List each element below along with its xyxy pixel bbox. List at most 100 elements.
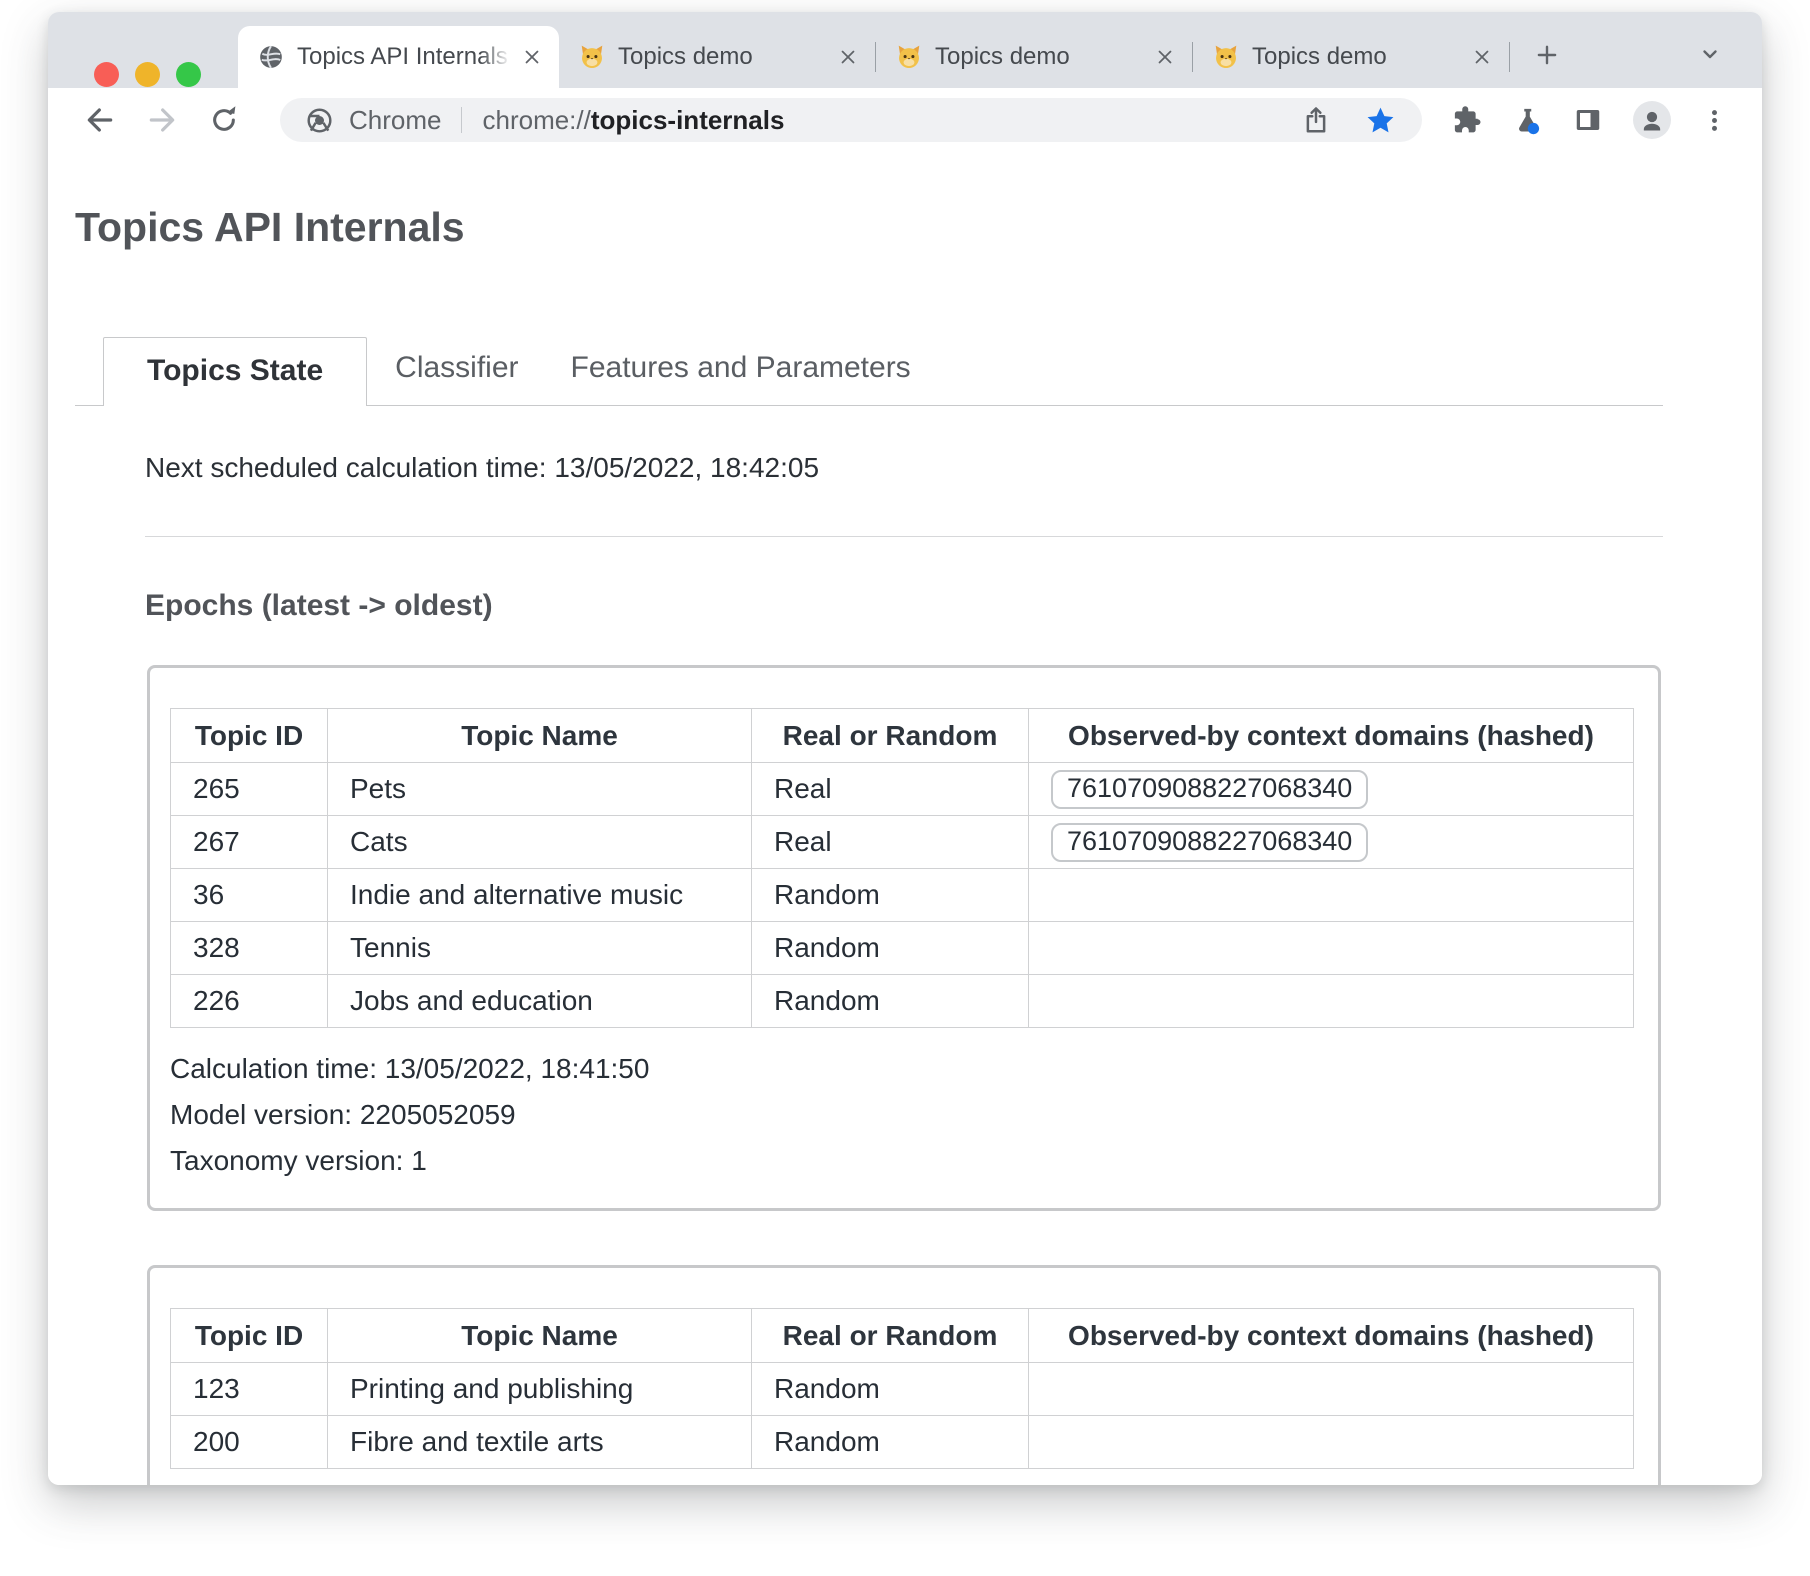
topics-table: Topic IDTopic NameReal or RandomObserved…	[170, 1308, 1634, 1469]
chrome-logo-icon	[306, 107, 333, 134]
model-version: Model version: 2205052059	[170, 1092, 1634, 1138]
back-icon[interactable]	[84, 104, 116, 136]
url-text: chrome://topics-internals	[482, 105, 784, 136]
cell-type: Real	[752, 763, 1029, 816]
column-header: Observed-by context domains (hashed)	[1029, 1309, 1634, 1363]
column-header: Topic ID	[171, 709, 328, 763]
close-icon[interactable]	[837, 46, 859, 68]
globe-icon	[258, 44, 284, 70]
cat-icon	[896, 44, 922, 70]
address-divider	[461, 107, 462, 133]
bookmark-star-icon[interactable]	[1365, 105, 1396, 136]
topic-row: 123Printing and publishingRandom	[171, 1363, 1634, 1416]
cell-observed-domains	[1029, 1363, 1634, 1416]
forward-icon	[146, 104, 178, 136]
table-header-row: Topic IDTopic NameReal or RandomObserved…	[171, 1309, 1634, 1363]
page-title: Topics API Internals	[75, 204, 1735, 251]
browser-tab-topics-demo-3[interactable]: Topics demo	[1193, 26, 1509, 88]
close-icon[interactable]	[1471, 46, 1493, 68]
cell-name: Tennis	[328, 922, 752, 975]
menu-dots-icon[interactable]	[1701, 107, 1728, 134]
person-icon	[1638, 106, 1666, 134]
cell-observed-domains	[1029, 922, 1634, 975]
observed-domain-chip: 7610709088227068340	[1051, 823, 1368, 862]
cell-id: 267	[171, 816, 328, 869]
cell-observed-domains	[1029, 869, 1634, 922]
close-window-button[interactable]	[94, 62, 119, 87]
cell-type: Random	[752, 869, 1029, 922]
cell-id: 265	[171, 763, 328, 816]
zoom-window-button[interactable]	[176, 62, 201, 87]
epoch-box: Topic IDTopic NameReal or RandomObserved…	[147, 1265, 1661, 1485]
cat-icon	[1213, 44, 1239, 70]
close-icon[interactable]	[1154, 46, 1176, 68]
cell-type: Random	[752, 975, 1029, 1028]
cell-id: 328	[171, 922, 328, 975]
column-header: Topic ID	[171, 1309, 328, 1363]
cell-type: Random	[752, 1363, 1029, 1416]
cell-id: 36	[171, 869, 328, 922]
table-header-row: Topic IDTopic NameReal or RandomObserved…	[171, 709, 1634, 763]
epoch-meta: Calculation time: 13/05/2022, 18:41:50 M…	[170, 1046, 1634, 1184]
new-tab-button[interactable]	[1524, 32, 1570, 78]
reload-icon[interactable]	[208, 104, 240, 136]
page-content: Topics API Internals Topics State Classi…	[48, 152, 1762, 1485]
browser-tab-topics-internals[interactable]: Topics API Internals	[238, 26, 559, 88]
epochs-heading: Epochs (latest -> oldest)	[145, 589, 1735, 623]
cell-name: Indie and alternative music	[328, 869, 752, 922]
tab-search-chevron-icon[interactable]	[1698, 42, 1722, 66]
cell-type: Real	[752, 816, 1029, 869]
tab-separator	[1509, 42, 1510, 72]
cell-observed-domains: 7610709088227068340	[1029, 763, 1634, 816]
column-header: Topic Name	[328, 709, 752, 763]
cell-name: Printing and publishing	[328, 1363, 752, 1416]
tab-classifier[interactable]: Classifier	[369, 351, 544, 385]
browser-window: Topics API Internals Topics demo Topics …	[48, 12, 1762, 1485]
tab-title: Topics demo	[618, 43, 831, 71]
topic-row: 36Indie and alternative musicRandom	[171, 869, 1634, 922]
section-divider	[145, 536, 1663, 537]
taxonomy-version: Taxonomy version: 1	[170, 1138, 1634, 1184]
cell-observed-domains	[1029, 1416, 1634, 1469]
url-scheme: chrome://	[482, 105, 590, 135]
share-icon[interactable]	[1301, 105, 1331, 135]
extensions-puzzle-icon[interactable]	[1452, 105, 1482, 135]
topics-state-panel: Next scheduled calculation time: 13/05/2…	[75, 452, 1735, 1485]
topic-row: 267CatsReal 7610709088227068340	[171, 816, 1634, 869]
browser-tab-topics-demo-2[interactable]: Topics demo	[876, 26, 1192, 88]
topic-row: 226Jobs and educationRandom	[171, 975, 1634, 1028]
cell-name: Cats	[328, 816, 752, 869]
column-header: Real or Random	[752, 709, 1029, 763]
browser-toolbar: Chrome chrome://topics-internals	[48, 88, 1762, 152]
topics-table: Topic IDTopic NameReal or RandomObserved…	[170, 708, 1634, 1028]
calculation-time: Calculation time: 13/05/2022, 18:41:50	[170, 1046, 1634, 1092]
tab-features-and-parameters[interactable]: Features and Parameters	[545, 351, 937, 385]
address-bar[interactable]: Chrome chrome://topics-internals	[280, 98, 1422, 142]
close-icon[interactable]	[521, 46, 543, 68]
tab-title: Topics demo	[1252, 43, 1465, 71]
cell-name: Pets	[328, 763, 752, 816]
cell-observed-domains: 7610709088227068340	[1029, 816, 1634, 869]
profile-avatar[interactable]	[1633, 101, 1671, 139]
cell-name: Fibre and textile arts	[328, 1416, 752, 1469]
column-header: Real or Random	[752, 1309, 1029, 1363]
window-controls	[94, 62, 201, 87]
topic-row: 265PetsReal 7610709088227068340	[171, 763, 1634, 816]
plus-icon	[1534, 42, 1560, 68]
site-label: Chrome	[349, 105, 441, 136]
epoch-box: Topic IDTopic NameReal or RandomObserved…	[147, 665, 1661, 1211]
side-panel-icon[interactable]	[1573, 105, 1603, 135]
topic-row: 328TennisRandom	[171, 922, 1634, 975]
observed-domain-chip: 7610709088227068340	[1051, 770, 1368, 809]
column-header: Topic Name	[328, 1309, 752, 1363]
cell-type: Random	[752, 1416, 1029, 1469]
browser-tab-strip: Topics API Internals Topics demo Topics …	[48, 12, 1762, 88]
cell-type: Random	[752, 922, 1029, 975]
cell-id: 200	[171, 1416, 328, 1469]
browser-tab-topics-demo-1[interactable]: Topics demo	[559, 26, 875, 88]
browser-tabs: Topics API Internals Topics demo Topics …	[238, 12, 1570, 88]
labs-beaker-icon[interactable]	[1512, 105, 1543, 136]
minimize-window-button[interactable]	[135, 62, 160, 87]
tab-topics-state[interactable]: Topics State	[103, 337, 367, 406]
cell-name: Jobs and education	[328, 975, 752, 1028]
